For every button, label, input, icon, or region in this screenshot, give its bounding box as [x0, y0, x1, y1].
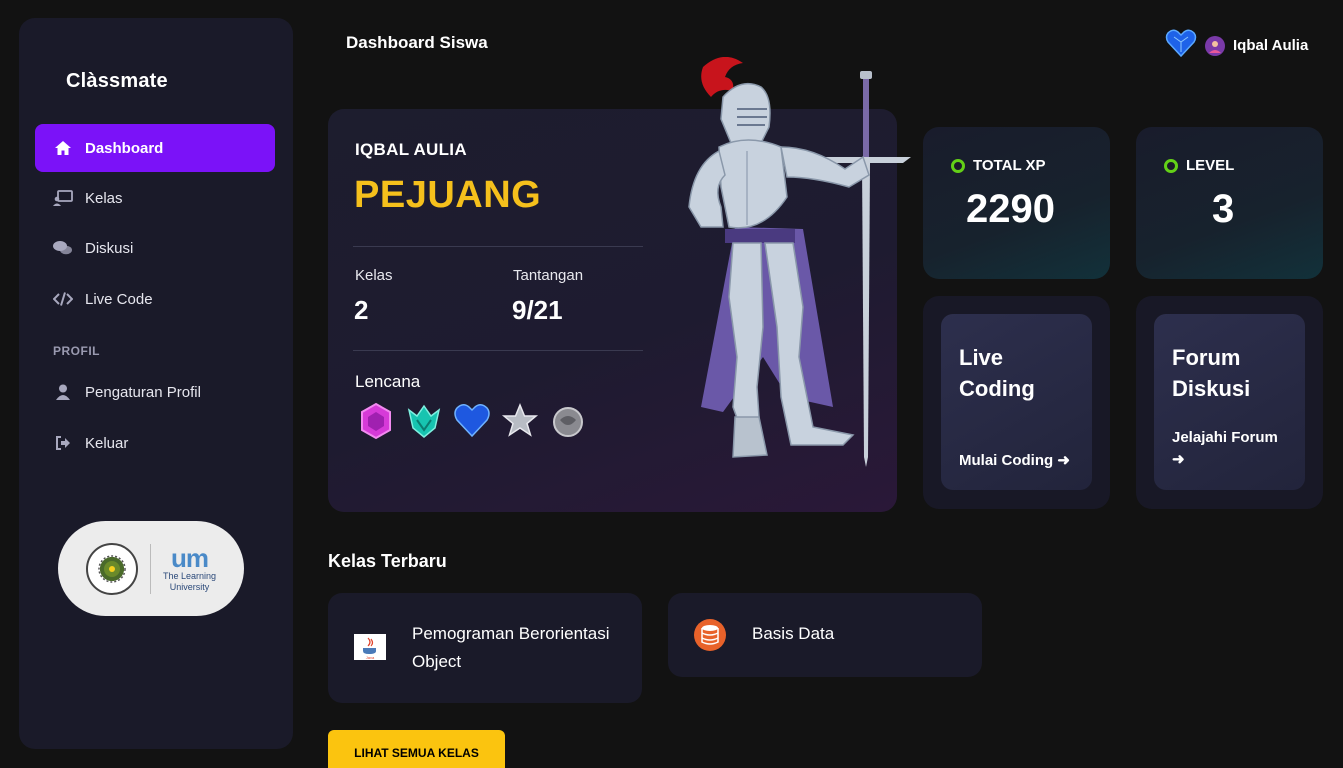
tantangan-label: Tantangan — [513, 267, 584, 284]
class-name: Pemograman Berorientasi Object — [412, 624, 610, 671]
database-icon — [694, 619, 726, 651]
forum-tile[interactable]: Forum Diskusi Jelajahi Forum ➜ — [1154, 314, 1305, 490]
chat-icon — [53, 238, 73, 258]
code-icon — [53, 289, 73, 309]
total-xp-card: TOTAL XP 2290 — [923, 127, 1110, 279]
total-xp-value: 2290 — [966, 187, 1055, 231]
sidebar-item-label: Dashboard — [85, 139, 164, 157]
sidebar-item-label: Diskusi — [85, 239, 134, 257]
home-icon — [53, 138, 73, 158]
sidebar-item-dashboard[interactable]: Dashboard — [35, 124, 275, 172]
page-title: Dashboard Siswa — [346, 33, 488, 52]
avatar — [1205, 35, 1225, 56]
sidebar-item-label: Pengaturan Profil — [85, 383, 201, 401]
explore-forum-link[interactable]: Jelajahi Forum ➜ — [1172, 427, 1278, 471]
blue-heart-badge-icon[interactable] — [452, 401, 492, 441]
start-coding-link[interactable]: Mulai Coding ➜ — [959, 450, 1070, 472]
class-name: Basis Data — [752, 624, 835, 643]
tantangan-count: 9/21 — [512, 295, 563, 325]
svg-text:Java: Java — [366, 655, 375, 660]
live-coding-card: Live Coding Mulai Coding ➜ — [923, 296, 1110, 509]
user-menu[interactable]: Iqbal Aulia — [1165, 28, 1308, 63]
class-icon — [53, 188, 73, 208]
sidebar-item-kelas[interactable]: Kelas — [35, 174, 275, 222]
silver-star-badge-icon[interactable] — [500, 401, 540, 441]
class-card-oop[interactable]: Java Pemograman Berorientasi Object — [328, 593, 642, 703]
recent-classes-heading: Kelas Terbaru — [328, 551, 447, 571]
level-indicator-icon — [1164, 158, 1178, 173]
sidebar-item-profile-settings[interactable]: Pengaturan Profil — [35, 368, 275, 416]
user-icon — [53, 382, 73, 402]
sidebar-item-diskusi[interactable]: Diskusi — [35, 224, 275, 272]
level-value: 3 — [1212, 187, 1235, 231]
forum-title: Forum Diskusi — [1172, 345, 1251, 401]
badges-label: Lencana — [355, 372, 421, 391]
university-logo: um The Learning University — [58, 521, 244, 616]
badge-list — [356, 401, 588, 441]
logout-icon — [53, 433, 73, 453]
grey-orb-badge-icon[interactable] — [548, 401, 588, 441]
sidebar-item-label: Kelas — [85, 189, 123, 207]
kelas-label: Kelas — [355, 267, 393, 284]
level-card: LEVEL 3 — [1136, 127, 1323, 279]
rank-title: PEJUANG — [354, 174, 542, 216]
heart-gem-icon — [1165, 28, 1197, 63]
total-xp-label: TOTAL XP — [973, 157, 1046, 174]
view-all-classes-button[interactable]: LIHAT SEMUA KELAS — [328, 730, 505, 768]
arrow-right-icon: ➜ — [1057, 452, 1070, 469]
sidebar-item-live-code[interactable]: Live Code — [35, 275, 275, 323]
profile-section-heading: PROFIL — [53, 344, 100, 358]
live-coding-tile[interactable]: Live Coding Mulai Coding ➜ — [941, 314, 1092, 490]
teal-crown-badge-icon[interactable] — [404, 401, 444, 441]
kelas-count: 2 — [354, 295, 369, 325]
sidebar-item-logout[interactable]: Keluar — [35, 419, 275, 467]
university-seal-icon — [85, 542, 138, 595]
arrow-right-icon: ➜ — [1172, 451, 1185, 468]
sidebar-item-label: Keluar — [85, 434, 129, 452]
pink-gem-badge-icon[interactable] — [356, 401, 396, 441]
forum-card: Forum Diskusi Jelajahi Forum ➜ — [1136, 296, 1323, 509]
class-card-database[interactable]: Basis Data — [668, 593, 982, 677]
level-label: LEVEL — [1186, 157, 1235, 174]
app-logo[interactable]: Clàssmate — [66, 70, 168, 93]
knight-illustration — [688, 57, 911, 467]
xp-indicator-icon — [951, 158, 965, 173]
user-name: Iqbal Aulia — [1233, 37, 1309, 54]
um-wordmark: um The Learning University — [162, 543, 217, 592]
student-profile-card: IQBAL AULIA PEJUANG Kelas 2 Tantangan 9/… — [328, 57, 911, 512]
student-name: IQBAL AULIA — [355, 140, 467, 159]
sidebar-item-label: Live Code — [85, 290, 153, 308]
sidebar: Clàssmate Dashboard Kelas Diskusi Live C… — [19, 18, 293, 749]
java-icon: Java — [354, 634, 386, 666]
live-coding-title: Live Coding — [959, 345, 1035, 401]
